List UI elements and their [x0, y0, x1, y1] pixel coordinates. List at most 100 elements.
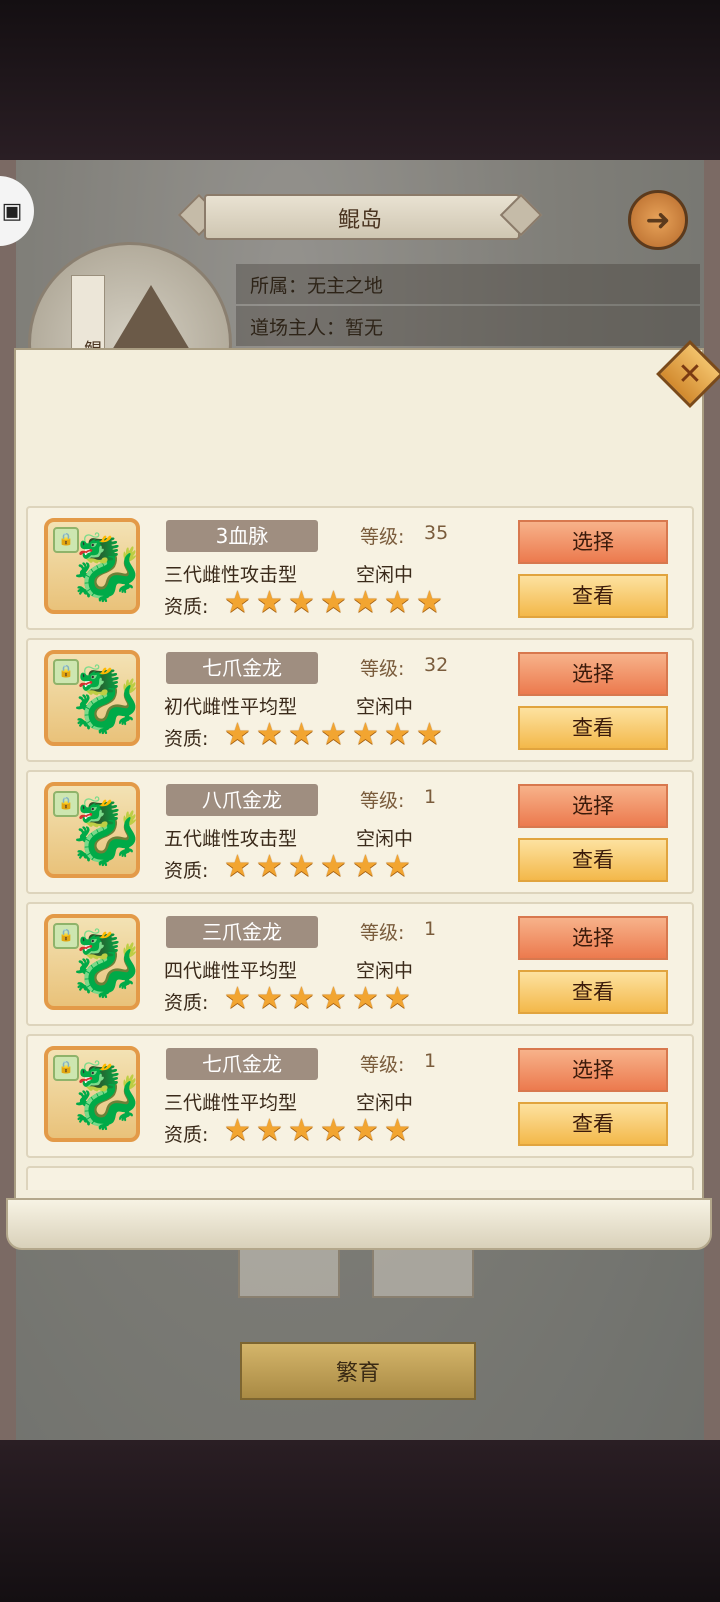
- owner-row: 道场主人：暂无: [236, 306, 700, 346]
- level-value: 1: [424, 918, 437, 940]
- pet-card-partial: [26, 1166, 694, 1190]
- quality-label: 资质:: [164, 992, 209, 1014]
- star-icon: ★: [352, 717, 379, 752]
- star-icon: ★: [224, 585, 251, 620]
- back-button[interactable]: ➜: [628, 190, 688, 250]
- level-label: 等级:: [360, 790, 405, 812]
- star-icon: ★: [320, 717, 347, 752]
- star-icon: ★: [352, 981, 379, 1016]
- view-button[interactable]: 查看: [518, 574, 668, 618]
- quality-label: 资质:: [164, 596, 209, 618]
- star-icon: ★: [352, 1113, 379, 1148]
- star-icon: ★: [352, 585, 379, 620]
- star-icon: ★: [416, 585, 443, 620]
- star-icon: ★: [288, 849, 315, 884]
- pet-type: 三代雌性平均型: [164, 1092, 298, 1114]
- star-icon: ★: [256, 981, 283, 1016]
- select-button[interactable]: 选择: [518, 916, 668, 960]
- pet-status: 空闲中: [356, 564, 414, 586]
- pet-name: 七爪金龙: [166, 1048, 318, 1080]
- dragon-avatar[interactable]: 🐉 🔒: [44, 914, 140, 1010]
- bottom-bar: [0, 1440, 720, 1602]
- quality-label: 资质:: [164, 728, 209, 750]
- level-value: 35: [424, 522, 449, 544]
- level-label: 等级:: [360, 526, 405, 548]
- pet-card: 🐉 🔒 七爪金龙 等级: 32 初代雌性平均型 空闲中 资质: ★ ★ ★ ★ ★ ★ ★ 选择 查看: [26, 638, 694, 762]
- lock-icon: 🔒: [53, 923, 79, 949]
- pet-name: 八爪金龙: [166, 784, 318, 816]
- lock-icon: 🔒: [53, 527, 79, 553]
- page-title: 鲲岛: [337, 208, 382, 233]
- dragon-avatar[interactable]: 🐉 🔒: [44, 782, 140, 878]
- star-icon: ★: [256, 849, 283, 884]
- lock-icon: 🔒: [53, 1055, 79, 1081]
- select-button[interactable]: 选择: [518, 652, 668, 696]
- star-icon: ★: [416, 717, 443, 752]
- pet-status: 空闲中: [356, 1092, 414, 1114]
- pet-type: 五代雌性攻击型: [164, 828, 298, 850]
- screenshot-icon: ▣: [1, 198, 23, 224]
- star-icon: ★: [224, 981, 251, 1016]
- scroll-roll: [6, 1198, 712, 1250]
- star-icon: ★: [288, 981, 315, 1016]
- pet-status: 空闲中: [356, 828, 414, 850]
- breed-button[interactable]: 繁育: [240, 1342, 476, 1400]
- view-button[interactable]: 查看: [518, 838, 668, 882]
- star-icon: ★: [256, 1113, 283, 1148]
- quality-stars: ★ ★ ★ ★ ★ ★: [224, 984, 416, 1014]
- pet-name: 七爪金龙: [166, 652, 318, 684]
- top-bar: [0, 0, 720, 160]
- pet-card: 🐉 🔒 3血脉 等级: 35 三代雌性攻击型 空闲中 资质: ★ ★ ★ ★ ★ ★ ★ 选择 查看: [26, 506, 694, 630]
- star-icon: ★: [288, 585, 315, 620]
- view-button[interactable]: 查看: [518, 706, 668, 750]
- star-icon: ★: [256, 717, 283, 752]
- select-button[interactable]: 选择: [518, 784, 668, 828]
- star-icon: ★: [320, 585, 347, 620]
- star-icon: ★: [320, 849, 347, 884]
- star-icon: ★: [288, 1113, 315, 1148]
- view-button[interactable]: 查看: [518, 1102, 668, 1146]
- quality-stars: ★ ★ ★ ★ ★ ★: [224, 852, 416, 882]
- star-icon: ★: [384, 717, 411, 752]
- dragon-avatar[interactable]: 🐉 🔒: [44, 650, 140, 746]
- back-arrow-icon: ➜: [645, 202, 671, 238]
- star-icon: ★: [384, 585, 411, 620]
- select-button[interactable]: 选择: [518, 520, 668, 564]
- pet-status: 空闲中: [356, 696, 414, 718]
- star-icon: ★: [320, 1113, 347, 1148]
- level-label: 等级:: [360, 1054, 405, 1076]
- lock-icon: 🔒: [53, 791, 79, 817]
- pet-type: 三代雌性攻击型: [164, 564, 298, 586]
- close-icon[interactable]: ✕: [666, 350, 714, 398]
- star-icon: ★: [384, 1113, 411, 1148]
- dragon-avatar[interactable]: 🐉 🔒: [44, 1046, 140, 1142]
- select-button[interactable]: 选择: [518, 1048, 668, 1092]
- quality-label: 资质:: [164, 860, 209, 882]
- pet-card: 🐉 🔒 八爪金龙 等级: 1 五代雌性攻击型 空闲中资质: ★ ★ ★ ★ ★ ★ 选择查看: [26, 770, 694, 894]
- quality-stars: ★ ★ ★ ★ ★ ★: [224, 1116, 416, 1146]
- pet-type: 初代雌性平均型: [164, 696, 298, 718]
- star-icon: ★: [288, 717, 315, 752]
- pet-card: 🐉 🔒 三爪金龙 等级: 1 四代雌性平均型 空闲中 资质: ★ ★ ★ ★ ★ ★ 选择 查看: [26, 902, 694, 1026]
- star-icon: ★: [224, 717, 251, 752]
- pet-status: 空闲中: [356, 960, 414, 982]
- level-value: 1: [424, 786, 437, 808]
- quality-stars: ★ ★ ★ ★ ★ ★ ★: [224, 720, 448, 750]
- star-icon: ★: [384, 981, 411, 1016]
- quality-stars: ★ ★ ★ ★ ★ ★ ★: [224, 588, 448, 618]
- star-icon: ★: [224, 849, 251, 884]
- pet-card: 🐉 🔒 七爪金龙 等级: 1 三代雌性平均型 空闲中 资质: ★ ★ ★ ★ ★ ★ 选择 查看: [26, 1034, 694, 1158]
- star-icon: ★: [352, 849, 379, 884]
- belongs-row: 所属：无主之地: [236, 264, 700, 304]
- level-value: 32: [424, 654, 449, 676]
- quality-label: 资质:: [164, 1124, 209, 1146]
- pet-list[interactable]: 🐉 🔒 3血脉 等级: 35 三代雌性攻击型 空闲中 资质: ★ ★ ★ ★ ★ ★ ★ 选择 查看 🐉 🔒 七爪金龙…: [26, 506, 696, 1190]
- level-label: 等级:: [360, 658, 405, 680]
- title-plate: 鲲岛: [177, 190, 543, 240]
- pet-name: 三爪金龙: [166, 916, 318, 948]
- view-button[interactable]: 查看: [518, 970, 668, 1014]
- pet-name: 3血脉: [166, 520, 318, 552]
- dragon-avatar[interactable]: 🐉 🔒: [44, 518, 140, 614]
- level-label: 等级:: [360, 922, 405, 944]
- star-icon: ★: [256, 585, 283, 620]
